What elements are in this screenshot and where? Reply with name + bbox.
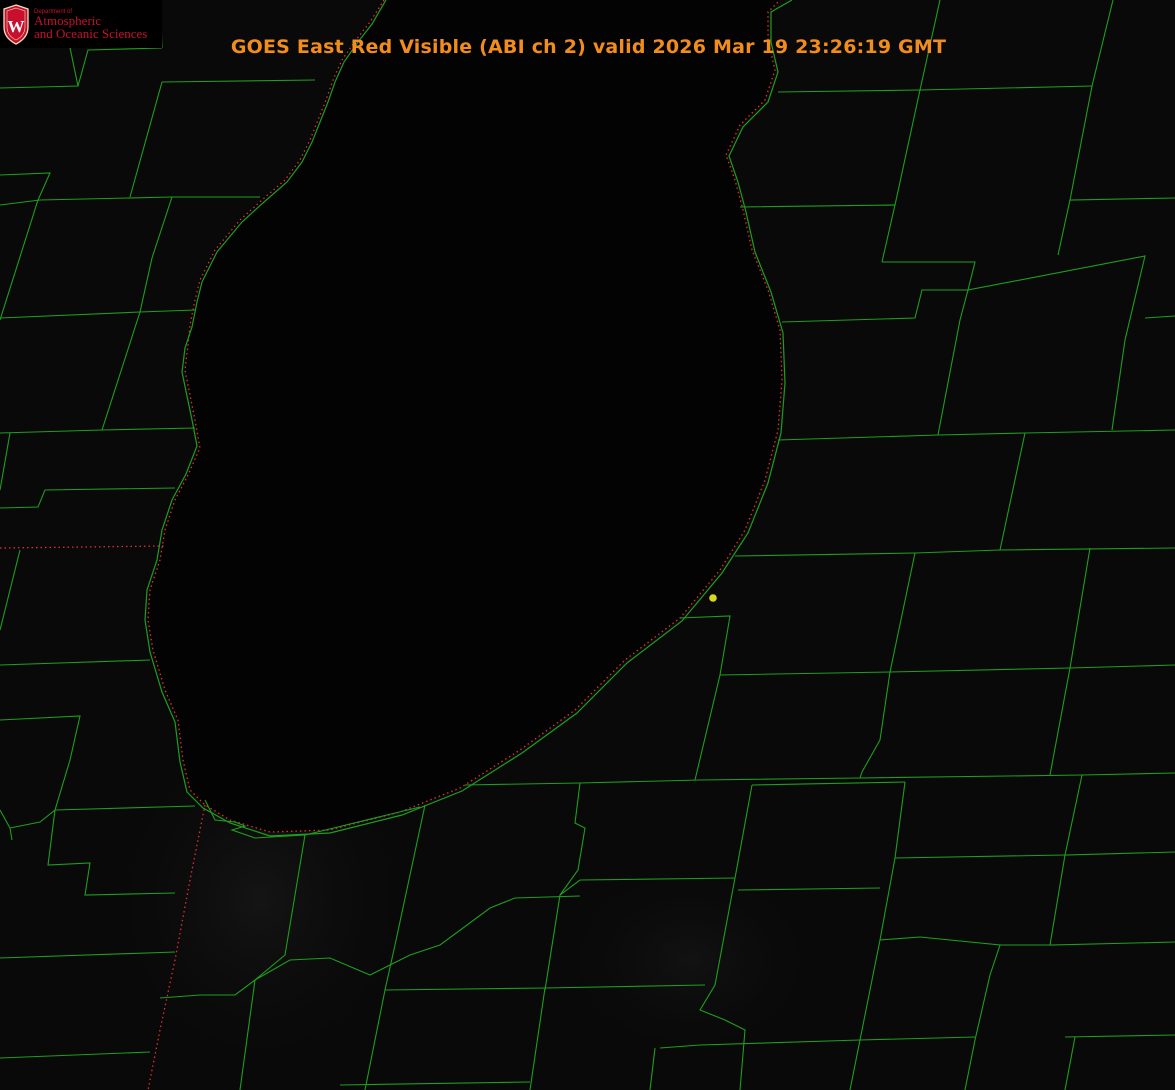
- seal-letter: W: [8, 17, 25, 36]
- image-title: GOES East Red Visible (ABI ch 2) valid 2…: [0, 36, 1175, 58]
- satellite-map: [0, 0, 1175, 1090]
- location-dot-icon: [709, 594, 717, 602]
- image-title-text: GOES East Red Visible (ABI ch 2) valid 2…: [230, 36, 947, 58]
